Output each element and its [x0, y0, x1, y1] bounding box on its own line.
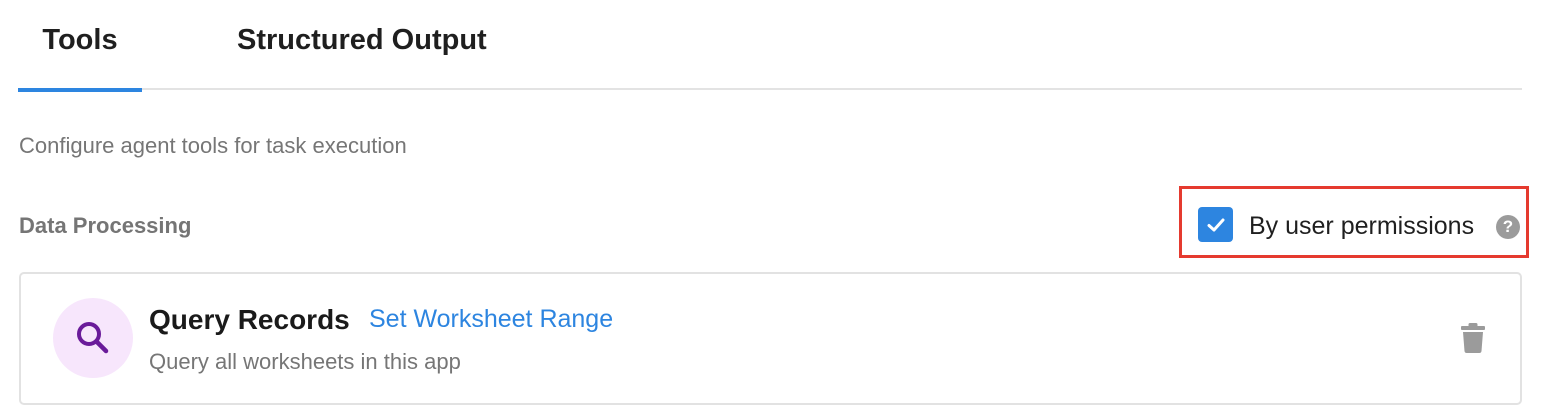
question-mark-icon[interactable]: ? [1496, 215, 1520, 239]
section-title: Data Processing [19, 213, 192, 238]
tab-structured-output[interactable]: Structured Output [218, 0, 518, 90]
tool-card: Query Records Set Worksheet Range Query … [19, 272, 1522, 405]
tool-description: Query all worksheets in this app [149, 349, 461, 374]
tab-tools[interactable]: Tools [18, 0, 142, 92]
tab-bar: Tools Structured Output [18, 0, 1522, 92]
permissions-checkbox[interactable] [1198, 207, 1233, 242]
search-icon [77, 322, 109, 354]
set-worksheet-range-link[interactable]: Set Worksheet Range [369, 305, 613, 334]
tool-name: Query Records [149, 304, 350, 335]
page-description: Configure agent tools for task execution [19, 133, 407, 158]
trash-icon[interactable] [1461, 323, 1485, 353]
tools-settings-page: Tools Structured Output Configure agent … [0, 0, 1542, 420]
checkmark-icon [1207, 218, 1224, 231]
permissions-label[interactable]: By user permissions [1249, 212, 1474, 241]
tool-icon-container [53, 298, 133, 378]
